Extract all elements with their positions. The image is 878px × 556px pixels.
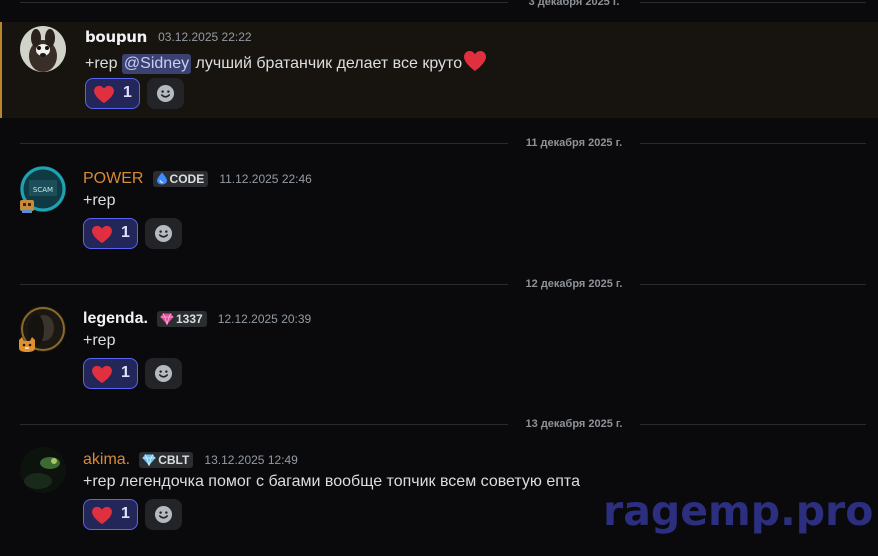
add-reaction-button[interactable]	[145, 358, 182, 389]
avatar[interactable]	[20, 447, 66, 493]
tag-label: 1337	[176, 311, 203, 326]
divider-date: 11 декабря 2025 г.	[525, 137, 623, 149]
add-reaction-button[interactable]	[147, 78, 184, 109]
divider-line	[640, 143, 866, 144]
heart-icon	[463, 50, 487, 77]
emoji-smile-icon	[154, 224, 173, 243]
divider-line	[20, 143, 508, 144]
username[interactable]: legenda.	[83, 310, 148, 328]
watermark-logo: ragemp.pro	[603, 487, 874, 535]
emoji-smile-icon	[154, 505, 173, 524]
divider-line	[20, 424, 508, 425]
divider-line	[20, 2, 508, 3]
divider-line	[640, 424, 866, 425]
divider-date: 3 декабря 2025 г.	[528, 0, 620, 8]
timestamp: 12.12.2025 20:39	[217, 311, 312, 326]
server-tag[interactable]: 1337	[157, 310, 207, 329]
avatar[interactable]	[20, 26, 66, 72]
message-header: akima. CBLT 13.12.2025 12:49	[83, 449, 298, 469]
water-drop-icon	[156, 172, 168, 189]
divider-line	[640, 2, 866, 3]
reaction-heart-button[interactable]: 1	[83, 499, 138, 530]
reaction-heart-button[interactable]: 1	[83, 358, 138, 389]
heart-icon	[91, 365, 113, 388]
add-reaction-button[interactable]	[145, 218, 182, 249]
message-item[interactable]: legenda. 1337 12.12.2025 20:39 +rep 1	[0, 302, 878, 392]
svg-text:SCAM: SCAM	[33, 186, 53, 194]
heart-icon	[91, 225, 113, 248]
divider-date: 12 декабря 2025 г.	[525, 278, 623, 290]
username[interactable]: akima.	[83, 451, 130, 469]
server-tag[interactable]: CBLT	[139, 451, 194, 470]
server-tag[interactable]: CODE	[152, 170, 209, 189]
reaction-heart-button[interactable]: 1	[85, 78, 140, 109]
message-header: legenda. 1337 12.12.2025 20:39	[83, 308, 311, 328]
date-divider: 3 декабря 2025 г.	[0, 0, 878, 10]
reaction-count: 1	[121, 364, 130, 381]
message-text: лучший братанчик делает все круто	[195, 55, 463, 72]
divider-date: 13 декабря 2025 г.	[525, 418, 623, 430]
message-text: +rep	[83, 332, 116, 349]
reaction-count: 1	[121, 505, 130, 522]
reaction-count: 1	[123, 84, 132, 101]
message-content: +rep @Sidney лучший братанчик делает все…	[85, 50, 487, 77]
heart-icon	[93, 85, 115, 108]
chat-messages: 3 декабря 2025 г. boupun 03.12.2025 22:2…	[0, 0, 878, 556]
timestamp: 13.12.2025 12:49	[204, 452, 298, 467]
reaction-count: 1	[121, 224, 130, 241]
diamond-icon	[142, 453, 156, 470]
message-header: POWER CODE 11.12.2025 22:46	[83, 168, 312, 188]
emoji-smile-icon	[156, 84, 175, 103]
message-content: +rep легендочка помог с багами вообще то…	[83, 473, 580, 491]
message-content: +rep	[83, 332, 115, 350]
user-mention[interactable]: @Sidney	[121, 54, 192, 74]
message-content: +rep	[83, 192, 115, 210]
tag-label: CBLT	[158, 452, 190, 467]
gem-icon	[160, 312, 174, 329]
tag-label: CODE	[169, 171, 205, 186]
divider-line	[20, 284, 508, 285]
message-text: +rep	[83, 192, 116, 209]
message-item[interactable]: boupun 03.12.2025 22:22 +rep @Sidney луч…	[0, 22, 878, 118]
avatar-decoration-icon	[18, 196, 36, 214]
message-text: +rep легендочка помог с багами вообще то…	[83, 473, 580, 490]
emoji-smile-icon	[154, 364, 173, 383]
date-divider: 12 декабря 2025 г.	[0, 276, 878, 292]
username[interactable]: POWER	[83, 170, 143, 188]
timestamp: 11.12.2025 22:46	[219, 171, 312, 186]
reaction-heart-button[interactable]: 1	[83, 218, 138, 249]
message-item[interactable]: SCAM POWER CODE 11.12.2025 22:46 +rep 1	[0, 162, 878, 252]
divider-line	[640, 284, 866, 285]
username[interactable]: boupun	[85, 28, 147, 46]
message-header: boupun 03.12.2025 22:22	[85, 26, 252, 46]
heart-icon	[91, 506, 113, 529]
date-divider: 11 декабря 2025 г.	[0, 135, 878, 151]
date-divider: 13 декабря 2025 г.	[0, 416, 878, 432]
add-reaction-button[interactable]	[145, 499, 182, 530]
message-text: +rep	[85, 55, 118, 72]
avatar-decoration-icon	[17, 336, 35, 354]
timestamp: 03.12.2025 22:22	[158, 29, 252, 44]
